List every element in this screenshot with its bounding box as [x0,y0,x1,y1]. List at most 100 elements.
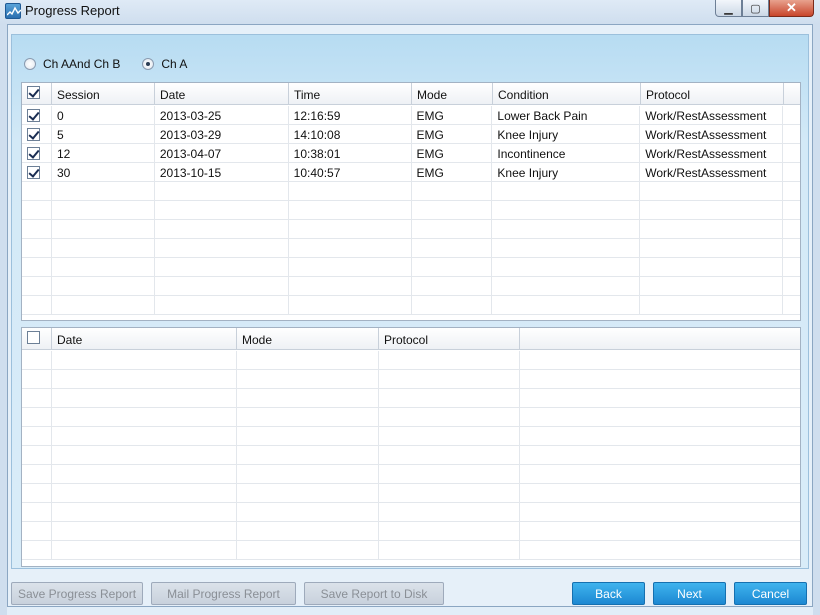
cancel-button[interactable]: Cancel [734,582,807,605]
reports-table-header: Date Mode Protocol [22,328,800,350]
table-row [22,503,800,522]
row-checkbox-cell [22,144,52,163]
select-all-sessions-checkbox[interactable] [27,86,40,99]
table-row[interactable]: 12 2013-04-07 10:38:01 EMG Incontinence Work/… [22,144,800,163]
column-header-condition[interactable]: Condition [493,83,641,105]
empty-cell [22,351,52,370]
column-header-time[interactable]: Time [289,83,412,105]
table-row[interactable]: 30 2013-10-15 10:40:57 EMG Knee Injury Work/R… [22,163,800,182]
empty-cell [52,427,237,446]
empty-cell [237,408,379,427]
empty-cell [520,351,800,370]
reports-table-body [22,351,800,560]
table-row [22,220,800,239]
empty-cell [237,427,379,446]
empty-cell [237,389,379,408]
empty-cell [520,522,800,541]
empty-cell [520,446,800,465]
column-header-protocol[interactable]: Protocol [641,83,784,105]
cell-spacer [783,239,800,258]
radio-button[interactable] [142,58,155,70]
empty-cell [52,465,237,484]
row-checkbox-cell [22,182,52,201]
column-header-date[interactable]: Date [155,83,289,105]
app-icon [5,3,21,19]
table-row [22,408,800,427]
empty-cell [237,541,379,560]
empty-cell [22,446,52,465]
cell-session [52,182,155,201]
cell-mode: EMG [412,106,493,125]
table-row [22,351,800,370]
cell-mode [412,296,493,315]
empty-cell [379,541,520,560]
column-header-mode[interactable]: Mode [412,83,493,105]
cell-date [155,239,289,258]
cell-spacer [783,163,800,182]
column-header-date[interactable]: Date [52,328,237,350]
row-checkbox[interactable] [27,128,40,141]
row-checkbox[interactable] [27,166,40,179]
row-checkbox-cell [22,163,52,182]
empty-cell [379,522,520,541]
empty-cell [520,484,800,503]
empty-cell [52,541,237,560]
select-all-reports-cell [22,328,52,350]
table-row [22,522,800,541]
table-row [22,182,800,201]
select-all-reports-checkbox[interactable] [27,331,40,344]
row-checkbox[interactable] [27,109,40,122]
cell-session [52,239,155,258]
cell-mode [412,277,493,296]
cell-condition [492,239,641,258]
close-button[interactable]: ✕ [769,0,814,17]
maximize-button[interactable]: ▢ [742,0,769,17]
next-button[interactable]: Next [653,582,726,605]
cell-spacer [783,144,800,163]
column-header-session[interactable]: Session [52,83,155,105]
empty-cell [237,522,379,541]
radio-button[interactable] [24,58,36,70]
radio-ch-a-and-ch-b[interactable]: Ch AAnd Ch B [24,57,120,71]
cell-condition [492,258,641,277]
empty-cell [52,408,237,427]
empty-cell [520,408,800,427]
row-checkbox-cell [22,239,52,258]
radio-ch-a[interactable]: Ch A [142,57,187,71]
empty-cell [22,389,52,408]
table-row[interactable]: 0 2013-03-25 12:16:59 EMG Lower Back Pain Wor… [22,106,800,125]
table-row [22,296,800,315]
cell-session [52,296,155,315]
cell-condition [492,296,641,315]
table-row [22,239,800,258]
cell-spacer [783,182,800,201]
minimize-icon: ▁ [724,2,733,15]
empty-cell [52,370,237,389]
cell-spacer [783,106,800,125]
empty-cell [22,503,52,522]
save-report-to-disk-button[interactable]: Save Report to Disk [304,582,444,605]
cell-protocol: Work/RestAssessment [640,125,784,144]
cell-date: 2013-04-07 [155,144,289,163]
empty-cell [237,484,379,503]
cell-date [155,201,289,220]
cell-date: 2013-03-25 [155,106,289,125]
empty-cell [52,351,237,370]
row-checkbox[interactable] [27,147,40,160]
column-header-protocol[interactable]: Protocol [379,328,520,350]
empty-cell [52,446,237,465]
cell-date [155,296,289,315]
minimize-button[interactable]: ▁ [715,0,742,17]
mail-progress-report-button[interactable]: Mail Progress Report [151,582,296,605]
save-progress-report-button[interactable]: Save Progress Report [11,582,143,605]
cell-time [289,277,412,296]
table-row [22,370,800,389]
empty-cell [52,484,237,503]
cell-time: 14:10:08 [289,125,412,144]
reports-table: Date Mode Protocol [21,327,801,567]
column-header-mode[interactable]: Mode [237,328,379,350]
column-header-spacer [784,83,800,105]
back-button[interactable]: Back [572,582,645,605]
table-row[interactable]: 5 2013-03-29 14:10:08 EMG Knee Injury Work/Re… [22,125,800,144]
table-row [22,465,800,484]
